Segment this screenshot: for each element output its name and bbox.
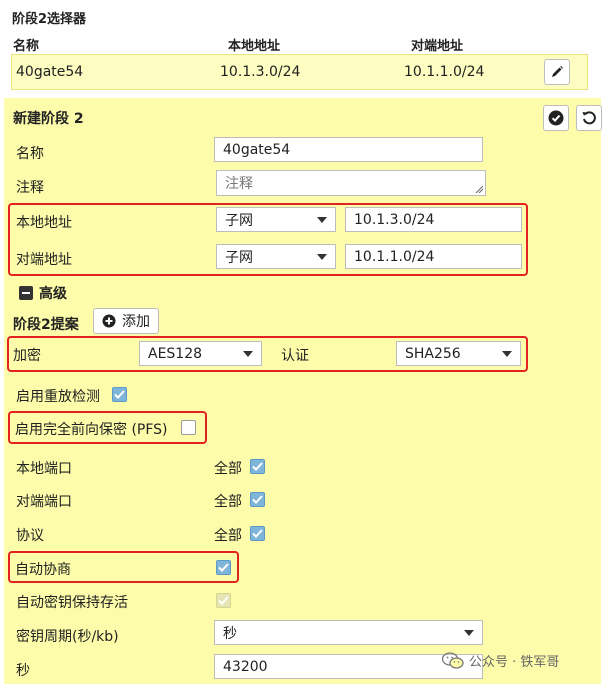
checkmark-icon <box>252 529 263 538</box>
encryption-label: 加密 <box>13 348 41 364</box>
local-address-input[interactable]: 10.1.3.0/24 <box>345 207 522 232</box>
replay-detection-label: 启用重放检测 <box>16 389 100 405</box>
encryption-select[interactable]: AES128 <box>139 341 262 366</box>
local-address-type-select[interactable]: 子网 <box>216 207 336 232</box>
local-port-label: 本地端口 <box>16 461 72 477</box>
wechat-icon <box>442 651 464 669</box>
column-local-address: 本地地址 <box>228 39 281 54</box>
column-remote-address: 对端地址 <box>411 39 464 54</box>
local-address-type-value: 子网 <box>225 212 253 229</box>
advanced-label: 高级 <box>39 286 67 302</box>
watermark-text: 公众号 · 铁军哥 <box>469 655 560 670</box>
protocol-all-label: 全部 <box>214 528 242 544</box>
checkmark-icon <box>252 495 263 504</box>
remote-port-all-checkbox[interactable] <box>250 492 265 507</box>
key-lifetime-label: 密钥周期(秒/kb) <box>16 629 119 645</box>
comment-label: 注释 <box>16 180 44 196</box>
column-name: 名称 <box>13 39 40 54</box>
local-port-all-checkbox[interactable] <box>250 459 265 474</box>
seconds-label: 秒 <box>16 663 30 679</box>
checkmark-icon <box>114 390 125 399</box>
auth-label: 认证 <box>281 348 309 364</box>
local-port-all-label: 全部 <box>214 461 242 477</box>
chevron-down-icon <box>464 629 474 636</box>
remote-port-label: 对端端口 <box>16 494 72 510</box>
chevron-down-icon <box>317 253 327 260</box>
checkmark-icon <box>218 563 229 572</box>
phase2-title: 新建阶段 2 <box>13 111 84 127</box>
remote-address-type-select[interactable]: 子网 <box>216 244 336 269</box>
edit-button[interactable] <box>544 59 570 85</box>
pfs-checkbox[interactable] <box>181 420 196 435</box>
replay-detection-checkbox[interactable] <box>112 387 127 402</box>
name-input[interactable]: 40gate54 <box>214 137 483 162</box>
watermark: 公众号 · 铁军哥 <box>442 651 559 670</box>
chevron-down-icon <box>243 350 253 357</box>
row-name: 40gate54 <box>16 64 84 80</box>
pencil-icon <box>552 66 563 77</box>
resize-handle-icon[interactable] <box>475 185 483 193</box>
key-lifetime-select[interactable]: 秒 <box>214 620 483 645</box>
autokey-keepalive-label: 自动密钥保持存活 <box>16 595 128 611</box>
row-local-address: 10.1.3.0/24 <box>220 64 301 80</box>
chevron-down-icon <box>502 350 512 357</box>
auto-negotiate-checkbox[interactable] <box>216 560 231 575</box>
remote-address-label: 对端地址 <box>16 252 72 268</box>
auto-negotiate-label: 自动协商 <box>15 562 71 578</box>
proposal-label: 阶段2提案 <box>13 317 79 333</box>
check-circle-icon <box>548 110 564 126</box>
autokey-keepalive-checkbox <box>216 593 231 608</box>
checkmark-icon <box>218 596 229 605</box>
advanced-toggle[interactable]: 高级 <box>19 283 67 303</box>
comment-textarea[interactable]: 注释 <box>216 170 486 196</box>
name-label: 名称 <box>16 146 44 162</box>
remote-address-input[interactable]: 10.1.1.0/24 <box>345 244 522 269</box>
add-proposal-label: 添加 <box>122 314 150 330</box>
remote-address-type-value: 子网 <box>225 249 253 266</box>
add-proposal-button[interactable]: 添加 <box>93 308 159 334</box>
undo-icon <box>582 111 596 125</box>
encryption-value: AES128 <box>148 345 203 362</box>
selector-title: 阶段2选择器 <box>12 12 87 27</box>
protocol-all-checkbox[interactable] <box>250 526 265 541</box>
comment-placeholder: 注释 <box>225 176 253 192</box>
auth-select[interactable]: SHA256 <box>396 341 521 366</box>
auth-value: SHA256 <box>405 345 461 362</box>
plus-circle-icon <box>102 314 116 328</box>
protocol-label: 协议 <box>16 528 44 544</box>
key-lifetime-value: 秒 <box>223 625 237 642</box>
chevron-down-icon <box>317 216 327 223</box>
local-address-label: 本地地址 <box>16 215 72 231</box>
pfs-label: 启用完全前向保密 (PFS) <box>15 422 168 438</box>
confirm-button[interactable] <box>543 105 569 131</box>
undo-button[interactable] <box>576 105 602 131</box>
remote-port-all-label: 全部 <box>214 494 242 510</box>
checkmark-icon <box>252 462 263 471</box>
row-remote-address: 10.1.1.0/24 <box>404 64 485 80</box>
minus-square-icon <box>19 286 33 300</box>
